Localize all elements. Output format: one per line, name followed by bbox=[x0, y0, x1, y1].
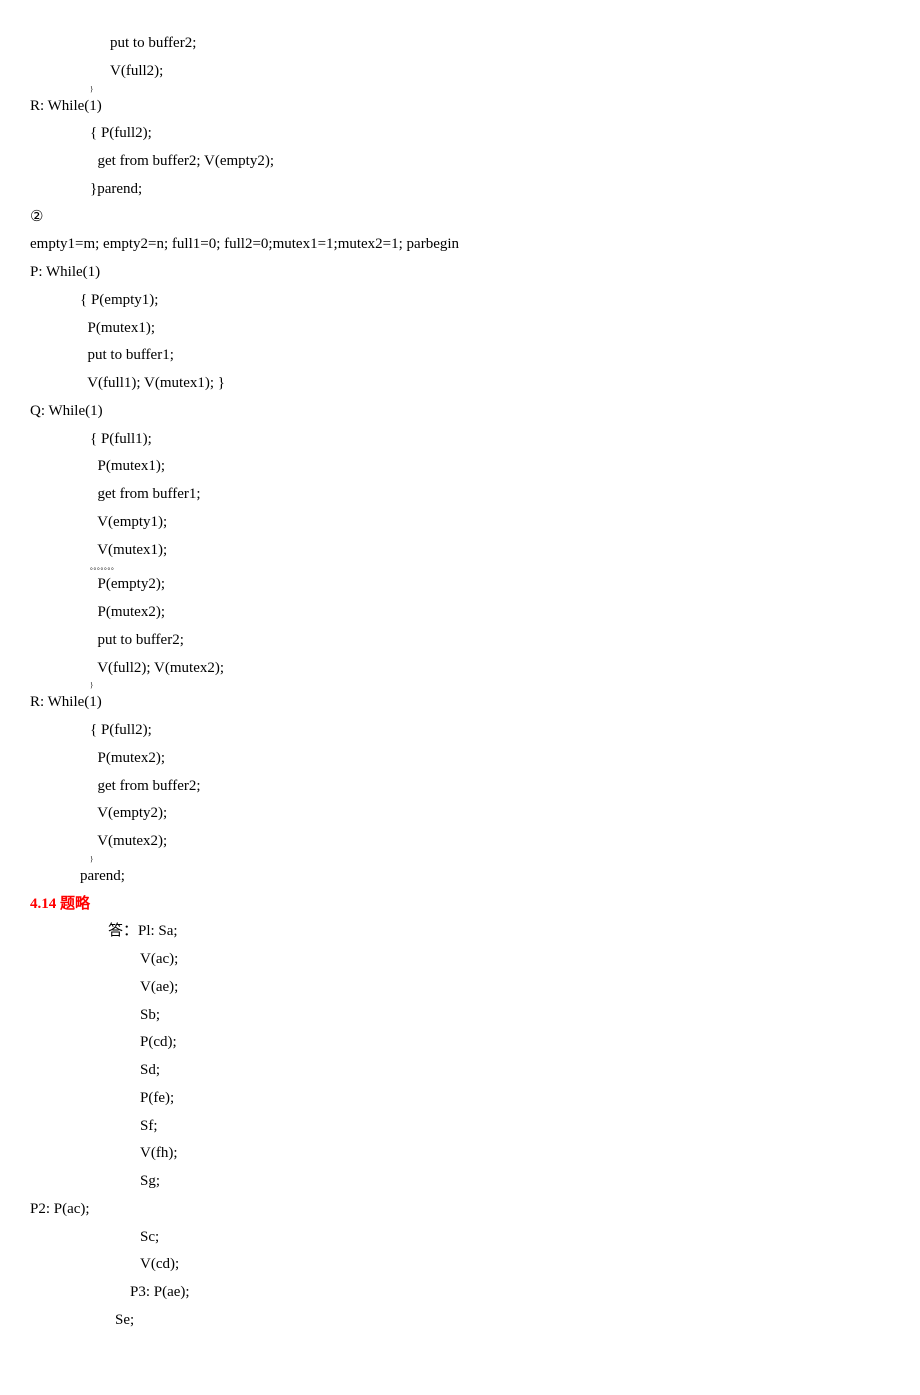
doc-line-13: V(full1); V(mutex1); } bbox=[30, 370, 890, 398]
doc-line-27: { P(full2); bbox=[30, 717, 890, 745]
doc-line-47: V(cd); bbox=[30, 1251, 890, 1279]
doc-line-26: R: While(1) bbox=[30, 689, 890, 717]
doc-line-3: R: While(1) bbox=[30, 93, 890, 121]
doc-line-30: V(empty2); bbox=[30, 800, 890, 828]
doc-line-8: empty1=m; empty2=n; full1=0; full2=0;mut… bbox=[30, 231, 890, 259]
doc-line-28: P(mutex2); bbox=[30, 745, 890, 773]
doc-line-44: Sg; bbox=[30, 1168, 890, 1196]
doc-line-12: put to buffer1; bbox=[30, 342, 890, 370]
doc-line-29: get from buffer2; bbox=[30, 773, 890, 801]
doc-line-42: Sf; bbox=[30, 1113, 890, 1141]
doc-line-21: P(empty2); bbox=[30, 571, 890, 599]
doc-line-9: P: While(1) bbox=[30, 259, 890, 287]
doc-line-45: P2: P(ac); bbox=[30, 1196, 890, 1224]
doc-line-15: { P(full1); bbox=[30, 426, 890, 454]
doc-line-32: } bbox=[30, 856, 890, 863]
doc-line-31: V(mutex2); bbox=[30, 828, 890, 856]
doc-line-18: V(empty1); bbox=[30, 509, 890, 537]
doc-line-46: Sc; bbox=[30, 1224, 890, 1252]
doc-line-1: V(full2); bbox=[30, 58, 890, 86]
doc-line-0: put to buffer2; bbox=[30, 30, 890, 58]
doc-line-23: put to buffer2; bbox=[30, 627, 890, 655]
doc-line-24: V(full2); V(mutex2); bbox=[30, 655, 890, 683]
doc-line-16: P(mutex1); bbox=[30, 453, 890, 481]
doc-line-4: { P(full2); bbox=[30, 120, 890, 148]
doc-line-6: }parend; bbox=[30, 176, 890, 204]
doc-line-33: parend; bbox=[30, 863, 890, 891]
doc-line-5: get from buffer2; V(empty2); bbox=[30, 148, 890, 176]
doc-line-20: 。。。。。。。 bbox=[30, 564, 890, 571]
doc-line-43: V(fh); bbox=[30, 1140, 890, 1168]
doc-line-11: P(mutex1); bbox=[30, 315, 890, 343]
doc-line-35: 答：Pl: Sa; bbox=[30, 918, 890, 946]
doc-line-7: ② bbox=[30, 204, 890, 232]
doc-line-41: P(fe); bbox=[30, 1085, 890, 1113]
doc-line-25: } bbox=[30, 682, 890, 689]
doc-line-10: { P(empty1); bbox=[30, 287, 890, 315]
doc-line-19: V(mutex1); bbox=[30, 537, 890, 565]
doc-line-37: V(ae); bbox=[30, 974, 890, 1002]
doc-line-14: Q: While(1) bbox=[30, 398, 890, 426]
doc-line-17: get from buffer1; bbox=[30, 481, 890, 509]
doc-line-36: V(ac); bbox=[30, 946, 890, 974]
doc-line-22: P(mutex2); bbox=[30, 599, 890, 627]
doc-line-49: Se; bbox=[30, 1307, 890, 1335]
doc-line-34: 4.14 题略 bbox=[30, 891, 890, 919]
document-body: put to buffer2;V(full2);}R: While(1){ P(… bbox=[30, 30, 890, 1335]
doc-line-39: P(cd); bbox=[30, 1029, 890, 1057]
doc-line-38: Sb; bbox=[30, 1002, 890, 1030]
doc-line-40: Sd; bbox=[30, 1057, 890, 1085]
doc-line-2: } bbox=[30, 86, 890, 93]
doc-line-48: P3: P(ae); bbox=[30, 1279, 890, 1307]
